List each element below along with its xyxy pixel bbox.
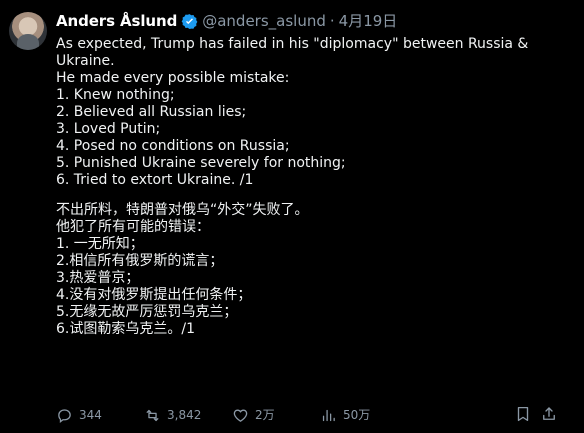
- post-date[interactable]: 4月19日: [339, 10, 398, 32]
- english-line: 4. Posed no conditions on Russia;: [56, 138, 290, 154]
- english-line: 3. Loved Putin;: [56, 121, 161, 137]
- avatar[interactable]: [9, 12, 47, 50]
- heart-icon: [233, 409, 248, 422]
- views-button[interactable]: 50万: [320, 405, 408, 425]
- repost-icon: [146, 409, 159, 421]
- english-line: As expected, Trump has failed in his "di…: [56, 36, 529, 52]
- english-line: Ukraine.: [56, 53, 115, 69]
- chinese-line: 4.没有对俄罗斯提出任何条件；: [56, 287, 252, 303]
- like-count: 2万: [255, 408, 275, 422]
- english-text: As expected, Trump has failed in his "di…: [56, 36, 566, 189]
- author-handle[interactable]: @anders_aslund: [202, 10, 326, 32]
- views-count: 50万: [343, 408, 371, 422]
- chinese-line: 他犯了所有可能的错误：: [56, 219, 210, 235]
- reply-count: 344: [79, 408, 102, 422]
- views-chart-icon: [322, 409, 335, 421]
- bookmark-icon[interactable]: [514, 405, 532, 423]
- tweet-header: Anders Åslund @anders_aslund · 4月19日: [56, 10, 397, 32]
- english-line: 2. Believed all Russian lies;: [56, 104, 247, 120]
- english-line: He made every possible mistake:: [56, 70, 290, 86]
- reply-button[interactable]: 344: [56, 405, 144, 425]
- chinese-text: 不出所料，特朗普对俄乌“外交”失败了。 他犯了所有可能的错误： 1. 一无所知；…: [56, 202, 566, 338]
- verified-badge-icon: [181, 13, 198, 29]
- english-line: 5. Punished Ukraine severely for nothing…: [56, 155, 346, 171]
- repost-count: 3,842: [167, 408, 202, 422]
- english-line: 1. Knew nothing;: [56, 87, 175, 103]
- chinese-line: 5.无缘无故严厉惩罚乌克兰；: [56, 304, 238, 320]
- tweet-body: As expected, Trump has failed in his "di…: [56, 36, 566, 338]
- chinese-line: 1. 一无所知；: [56, 236, 144, 252]
- chinese-line: 2.相信所有俄罗斯的谎言；: [56, 253, 224, 269]
- share-icon[interactable]: [540, 405, 558, 423]
- repost-button[interactable]: 3,842: [144, 405, 232, 425]
- like-button[interactable]: 2万: [232, 405, 320, 425]
- chinese-line: 6.试图勒索乌克兰。/1: [56, 321, 195, 337]
- tweet-actions: 344 3,842 2万 50万: [56, 405, 566, 425]
- tweet-card: Anders Åslund @anders_aslund · 4月19日 As …: [0, 0, 584, 433]
- author-name[interactable]: Anders Åslund: [56, 10, 177, 32]
- english-line: 6. Tried to extort Ukraine. /1: [56, 172, 254, 188]
- header-separator: ·: [329, 12, 335, 30]
- reply-icon: [58, 408, 71, 423]
- chinese-line: 3.热爱普京；: [56, 270, 140, 286]
- chinese-line: 不出所料，特朗普对俄乌“外交”失败了。: [56, 202, 309, 218]
